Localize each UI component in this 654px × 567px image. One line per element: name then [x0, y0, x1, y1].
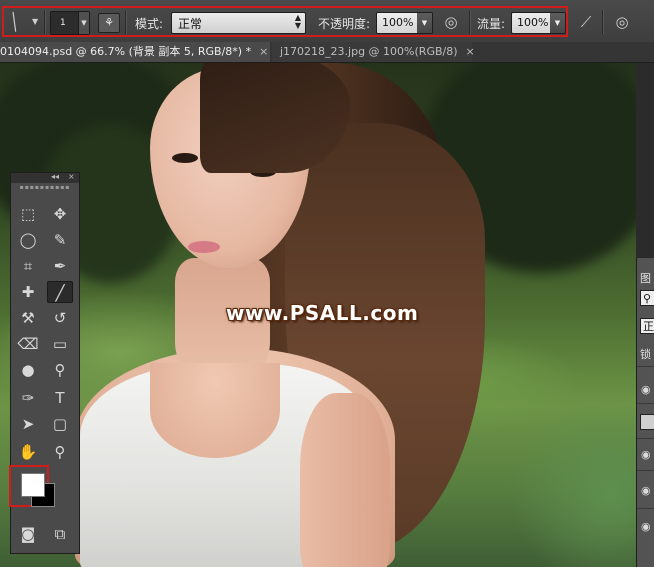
separator — [602, 10, 604, 34]
opacity-label: 不透明度: — [318, 17, 371, 31]
eraser-tool[interactable]: ⌫ — [15, 333, 41, 355]
close-icon[interactable]: × — [466, 45, 475, 58]
panel-grip[interactable]: ▪▪▪▪▪▪▪▪▪▪ — [11, 183, 79, 193]
photo-arm — [300, 393, 390, 567]
layer-row-divider — [637, 470, 654, 471]
blend-mode-select[interactable]: 正常 ▲ ▼ — [171, 12, 306, 34]
brush-panel-icon: ⚘ — [104, 16, 114, 29]
photo-neckline — [150, 363, 280, 458]
dodge-tool[interactable]: ⚲ — [47, 359, 73, 381]
layer-thumbnail[interactable] — [640, 414, 654, 430]
quick-selection-tool[interactable]: ✎ — [47, 229, 73, 251]
gradient-tool[interactable]: ▭ — [47, 333, 73, 355]
close-icon[interactable]: × — [68, 172, 75, 181]
chevron-down-icon[interactable]: ▼ — [78, 12, 89, 34]
airbrush-icon[interactable]: ⟋ — [576, 12, 596, 32]
flow-label: 流量: — [477, 17, 506, 31]
watermark-text: www.PSALL.com — [226, 301, 419, 325]
tab-label: j170218_23.jpg @ 100%(RGB/8) — [280, 45, 458, 58]
eyedropper-tool[interactable]: ✒ — [47, 255, 73, 277]
hand-tool[interactable]: ✋ — [15, 441, 41, 463]
options-bar: ╱ ▼ 1 ▼ ⚘ 模式: 正常 ▲ ▼ 不透明度: 100% ▼ ◎ 流量: 1… — [0, 0, 654, 43]
healing-brush-tool[interactable]: ✚ — [15, 281, 41, 303]
eye-icon[interactable]: ◉ — [641, 383, 651, 396]
brush-size-picker[interactable]: 1 ▼ — [50, 11, 90, 35]
layer-search-field[interactable]: ⚲ — [640, 290, 654, 306]
quick-mask-icon[interactable]: ◙ — [15, 523, 41, 545]
blend-mode-value: 正常 — [178, 17, 203, 31]
lock-label: 锁 — [640, 348, 651, 361]
layers-panel-collapsed: 图 ⚲ 正 锁 ◉ ◉ ◉ ◉ — [636, 258, 654, 567]
separator — [44, 10, 46, 34]
chevron-down-icon: ▼ — [32, 17, 39, 26]
crop-tool[interactable]: ⌗ — [15, 255, 41, 277]
photo-fringe — [200, 63, 350, 173]
brush-tool[interactable]: ╱ — [47, 281, 73, 303]
eye-icon[interactable]: ◉ — [641, 484, 651, 497]
foreground-color-swatch[interactable] — [21, 473, 45, 497]
layer-row-divider — [637, 366, 654, 367]
zoom-tool[interactable]: ⚲ — [47, 441, 73, 463]
collapse-icon[interactable]: ◂◂ — [51, 172, 59, 181]
document-canvas[interactable]: www.PSALL.com — [0, 63, 636, 567]
separator — [125, 10, 127, 34]
eye-icon[interactable]: ◉ — [641, 520, 651, 533]
lasso-tool[interactable]: ◯ — [15, 229, 41, 251]
tools-panel-header: ◂◂ × — [11, 172, 79, 183]
pen-tool[interactable]: ✑ — [15, 387, 41, 409]
type-tool[interactable]: T — [47, 387, 73, 409]
tools-panel: ◂◂ × ▪▪▪▪▪▪▪▪▪▪ ⬚ ✥ ◯ ✎ ⌗ ✒ ✚ ╱ ⚒ ↺ ⌫ ▭ … — [9, 172, 80, 554]
opacity-value: 100% — [382, 16, 414, 29]
layer-row-divider — [637, 403, 654, 404]
opacity-field[interactable]: 100% ▼ — [376, 12, 433, 34]
brush-panel-toggle-button[interactable]: ⚘ — [98, 13, 120, 33]
close-icon[interactable]: × — [259, 45, 268, 58]
history-brush-tool[interactable]: ↺ — [47, 307, 73, 329]
blur-tool[interactable]: ● — [15, 359, 41, 381]
photo-eye — [172, 153, 198, 163]
brush-size-value: 1 — [60, 18, 66, 28]
flow-field[interactable]: 100% ▼ — [511, 12, 566, 34]
chevron-down-icon[interactable]: ▼ — [550, 13, 565, 33]
clone-stamp-tool[interactable]: ⚒ — [15, 307, 41, 329]
flow-value: 100% — [517, 16, 549, 29]
tool-preset-picker[interactable]: ╱ ▼ — [4, 12, 42, 32]
layer-row-divider — [637, 438, 654, 439]
tab-document-jpg[interactable]: j170218_23.jpg @ 100%(RGB/8) × — [272, 42, 475, 62]
move-tool[interactable]: ✥ — [47, 203, 73, 225]
select-arrows-icon: ▲ ▼ — [294, 13, 301, 30]
tab-document-psd[interactable]: 0104094.psd @ 66.7% (背景 副本 5, RGB/8*) * × — [0, 42, 270, 62]
pressure-size-icon[interactable]: ◎ — [612, 12, 632, 32]
panel-tab-label[interactable]: 图 — [640, 270, 651, 286]
document-tab-bar: 0104094.psd @ 66.7% (背景 副本 5, RGB/8*) * ×… — [0, 42, 654, 63]
separator — [469, 10, 471, 34]
shape-tool[interactable]: ▢ — [47, 413, 73, 435]
mode-label: 模式: — [135, 17, 164, 31]
pressure-opacity-icon[interactable]: ◎ — [441, 12, 461, 32]
photo-lips — [188, 241, 220, 253]
chevron-down-icon[interactable]: ▼ — [417, 13, 432, 33]
brush-icon: ╱ — [5, 12, 24, 32]
eye-icon[interactable]: ◉ — [641, 448, 651, 461]
blend-mode-field[interactable]: 正 — [640, 318, 654, 334]
tab-label: 0104094.psd @ 66.7% (背景 副本 5, RGB/8*) * — [0, 45, 252, 58]
layer-row-divider — [637, 508, 654, 509]
marquee-tool[interactable]: ⬚ — [15, 203, 41, 225]
screen-mode-icon[interactable]: ⧉ — [47, 523, 73, 545]
path-selection-tool[interactable]: ➤ — [15, 413, 41, 435]
